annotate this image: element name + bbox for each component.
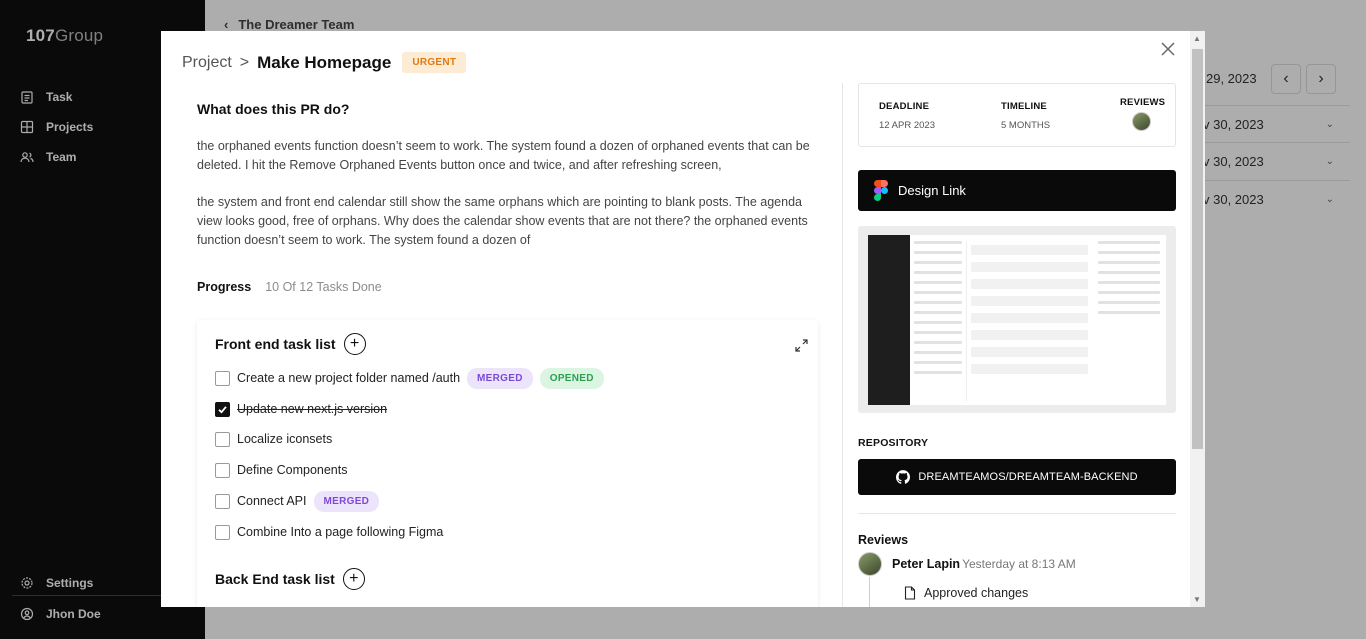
review-time: Yesterday at 8:13 AM [962,557,1076,571]
task-item[interactable]: Update new next.js version [215,399,387,419]
pr-paragraph: the orphaned events function doesn’t see… [197,139,810,172]
task-item[interactable]: Connect API MERGED [215,490,380,512]
figma-icon [874,180,888,201]
breadcrumb-separator: > [239,53,250,71]
deadline-label: DEADLINE [879,101,930,112]
github-icon [896,470,911,484]
pr-description: What does this PR do? the orphaned event… [197,101,822,250]
task-label: Define Components [237,463,348,477]
pr-paragraph: the system and front end calendar still … [197,195,808,247]
task-label: Create a new project folder named /auth [237,371,461,385]
urgent-badge: URGENT [402,52,467,73]
front-end-task-header: Front end task list + [215,333,366,355]
design-link-button[interactable]: Design Link [858,170,1176,211]
add-task-button[interactable]: + [342,568,365,590]
progress-row: Progress 10 Of 12 Tasks Done [197,280,382,294]
merged-tag: MERGED [467,367,533,389]
timeline-value: 5 MONTHS [1001,120,1051,131]
modal-header: Project > Make Homepage URGENT [182,52,467,73]
back-end-task-title: Back End task list [215,571,335,587]
progress-label: Progress [197,280,252,294]
pr-title: What does this PR do? [197,101,350,117]
breadcrumb-project[interactable]: Project [182,54,232,72]
task-label: Connect API [237,494,307,508]
task-item[interactable]: Define Components [215,460,347,480]
design-link-label: Design Link [898,183,966,198]
task-label: Update new next.js version [237,402,388,416]
task-checkbox[interactable] [215,431,230,447]
task-card: Front end task list + Create a new proje… [197,320,818,607]
close-icon[interactable] [1160,41,1176,57]
column-divider [842,83,843,607]
review-note: Approved changes [904,586,1028,600]
page-title: Make Homepage [257,52,392,72]
check-icon [218,405,227,414]
task-checkbox[interactable] [215,401,230,417]
section-divider [858,513,1176,514]
review-timeline-line [869,577,870,607]
deadline-value: 12 APR 2023 [879,120,935,131]
task-checkbox[interactable] [215,462,230,478]
task-label: Combine Into a page following Figma [237,525,444,539]
opened-tag: OPENED [539,367,604,389]
task-checkbox[interactable] [215,370,230,386]
timeline-label: TIMELINE [1001,101,1047,112]
reviewer-avatar[interactable] [1132,112,1151,131]
progress-value: 10 Of 12 Tasks Done [265,280,382,294]
front-end-task-title: Front end task list [215,336,336,352]
modal-scrollbar[interactable]: ▲ ▼ [1190,31,1205,607]
design-preview[interactable] [858,226,1176,413]
review-entry: Peter Lapin Yesterday at 8:13 AM [858,552,1076,576]
task-item[interactable]: Combine Into a page following Figma [215,522,443,542]
deadline: DEADLINE 12 APR 2023 [879,101,935,131]
task-label: Localize iconsets [237,432,333,446]
add-task-button[interactable]: + [343,333,366,355]
merged-tag: MERGED [313,490,380,512]
task-item[interactable]: Localize iconsets [215,429,332,449]
task-checkbox[interactable] [215,524,230,540]
reviewer-name[interactable]: Peter Lapin [892,557,960,571]
project-details: DEADLINE 12 APR 2023 TIMELINE 5 MONTHS R… [858,83,1176,607]
reviews-title: Reviews [858,533,909,547]
document-icon [904,586,916,600]
review-note-text: Approved changes [924,586,1029,600]
reviewer-avatar[interactable] [858,552,882,576]
task-checkbox[interactable] [215,493,230,509]
project-modal: Project > Make Homepage URGENT What does… [161,31,1205,607]
scroll-up-icon[interactable]: ▲ [1193,34,1201,43]
reviews: REVIEWS [1120,97,1165,131]
scroll-down-icon[interactable]: ▼ [1193,595,1201,604]
pr-body: the orphaned events function doesn’t see… [197,137,822,250]
repository-name: DREAMTEAMOS/DREAMTEAM-BACKEND [918,471,1138,483]
design-preview-image [868,235,1166,405]
scrollbar-thumb[interactable] [1192,49,1203,449]
expand-icon[interactable] [795,339,808,352]
repository-label: REPOSITORY [858,437,929,449]
back-end-task-header: Back End task list + [215,568,365,590]
task-item[interactable]: Create a new project folder named /auth … [215,367,604,389]
meta-card: DEADLINE 12 APR 2023 TIMELINE 5 MONTHS R… [858,83,1176,147]
repository-button[interactable]: DREAMTEAMOS/DREAMTEAM-BACKEND [858,459,1176,495]
timeline: TIMELINE 5 MONTHS [1001,101,1050,131]
reviews-label: REVIEWS [1120,97,1166,108]
